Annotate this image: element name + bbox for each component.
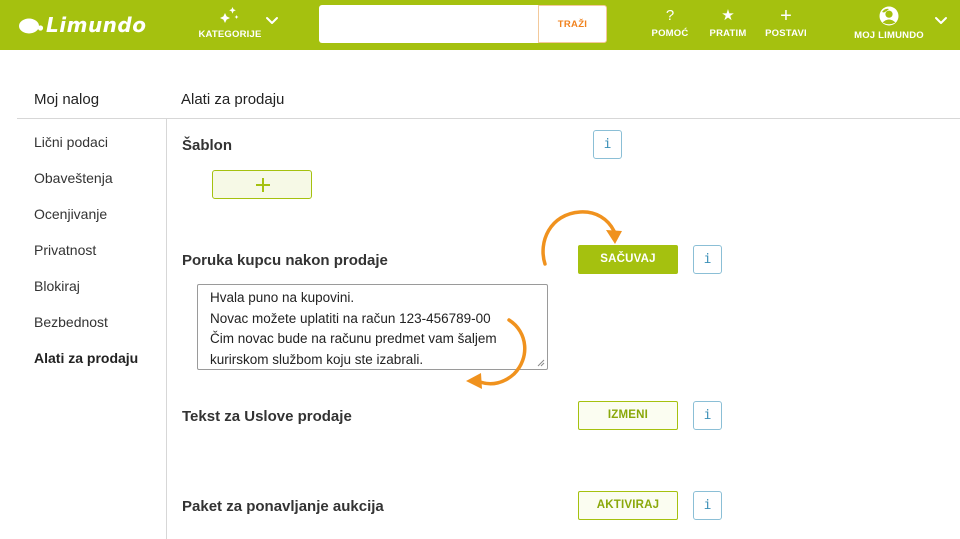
plus-icon — [256, 178, 270, 192]
sidebar-item-licni-podaci[interactable]: Lični podaci — [34, 134, 108, 150]
star-icon: ★ — [721, 7, 735, 24]
message-line: Novac možete uplatiti na račun 123-45678… — [210, 310, 491, 326]
moj-limundo-nav-button[interactable]: MOJ LIMUNDO — [850, 6, 928, 42]
avatar-icon — [879, 6, 899, 26]
sidebar-title: Moj nalog — [34, 91, 100, 108]
sidebar-divider — [166, 119, 167, 539]
sidebar-item-privatnost[interactable]: Privatnost — [34, 242, 96, 258]
sablon-label: Šablon — [182, 137, 233, 154]
message-line: Hvala puno na kupovini. — [210, 290, 355, 305]
poruka-kupcu-label: Poruka kupcu nakon prodaje — [182, 252, 388, 269]
kategorije-menu-button[interactable]: KATEGORIJE — [198, 4, 262, 46]
resize-handle-icon[interactable] — [537, 359, 545, 367]
title-divider — [17, 118, 960, 119]
logo-text: Limundo — [46, 13, 147, 37]
search-input[interactable] — [319, 5, 539, 43]
paket-aukcija-label: Paket za ponavljanje aukcija — [182, 498, 384, 515]
search-button[interactable]: TRAŽI — [538, 5, 607, 43]
kategorije-label: KATEGORIJE — [198, 29, 262, 40]
info-icon: i — [703, 252, 712, 267]
lemon-logo-icon — [19, 18, 44, 34]
question-icon: ? — [665, 7, 675, 24]
limundo-logo[interactable]: Limundo — [18, 12, 146, 38]
top-navigation-bar: Limundo KATEGORIJE TRAŽI ? POMOĆ ★ PRATI… — [0, 0, 960, 50]
sablon-info-button[interactable]: i — [593, 130, 622, 159]
poruka-info-button[interactable]: i — [693, 245, 722, 274]
izmeni-button[interactable]: IZMENI — [578, 401, 678, 430]
sidebar-item-alati-za-prodaju[interactable]: Alati za prodaju — [34, 350, 138, 366]
sacuvaj-button[interactable]: SAČUVAJ — [578, 245, 678, 274]
paket-info-button[interactable]: i — [693, 491, 722, 520]
uslovi-info-button[interactable]: i — [693, 401, 722, 430]
info-icon: i — [703, 498, 712, 513]
message-line: kurirskom službom koju ste izabrali. — [210, 351, 424, 367]
pratim-nav-button[interactable]: ★ PRATIM — [706, 6, 750, 40]
add-template-button[interactable] — [212, 170, 312, 199]
sidebar-item-ocenjivanje[interactable]: Ocenjivanje — [34, 206, 107, 222]
plus-icon: + — [780, 5, 792, 27]
postavi-label: POSTAVI — [765, 28, 807, 39]
chevron-down-icon[interactable] — [265, 16, 279, 26]
sidebar-item-obavestenja[interactable]: Obaveštenja — [34, 170, 113, 186]
sidebar-item-bezbednost[interactable]: Bezbednost — [34, 314, 108, 330]
post-sale-message-textarea[interactable]: Hvala puno na kupovini. Novac možete upl… — [197, 284, 548, 370]
moj-limundo-label: MOJ LIMUNDO — [854, 30, 924, 41]
page-title: Alati za prodaju — [181, 91, 285, 108]
postavi-nav-button[interactable]: + POSTAVI — [762, 6, 810, 40]
info-icon: i — [703, 408, 712, 423]
chevron-down-icon[interactable] — [934, 16, 948, 26]
sparkle-icon — [220, 7, 239, 23]
message-line: Čim novac bude na računu predmet vam šal… — [210, 331, 497, 346]
pomoc-label: POMOĆ — [651, 28, 689, 39]
sidebar-item-blokiraj[interactable]: Blokiraj — [34, 278, 80, 294]
aktiviraj-button[interactable]: AKTIVIRAJ — [578, 491, 678, 520]
info-icon: i — [603, 137, 612, 152]
uslovi-prodaje-label: Tekst za Uslove prodaje — [182, 408, 352, 425]
pratim-label: PRATIM — [709, 28, 747, 39]
pomoc-nav-button[interactable]: ? POMOĆ — [648, 6, 692, 40]
